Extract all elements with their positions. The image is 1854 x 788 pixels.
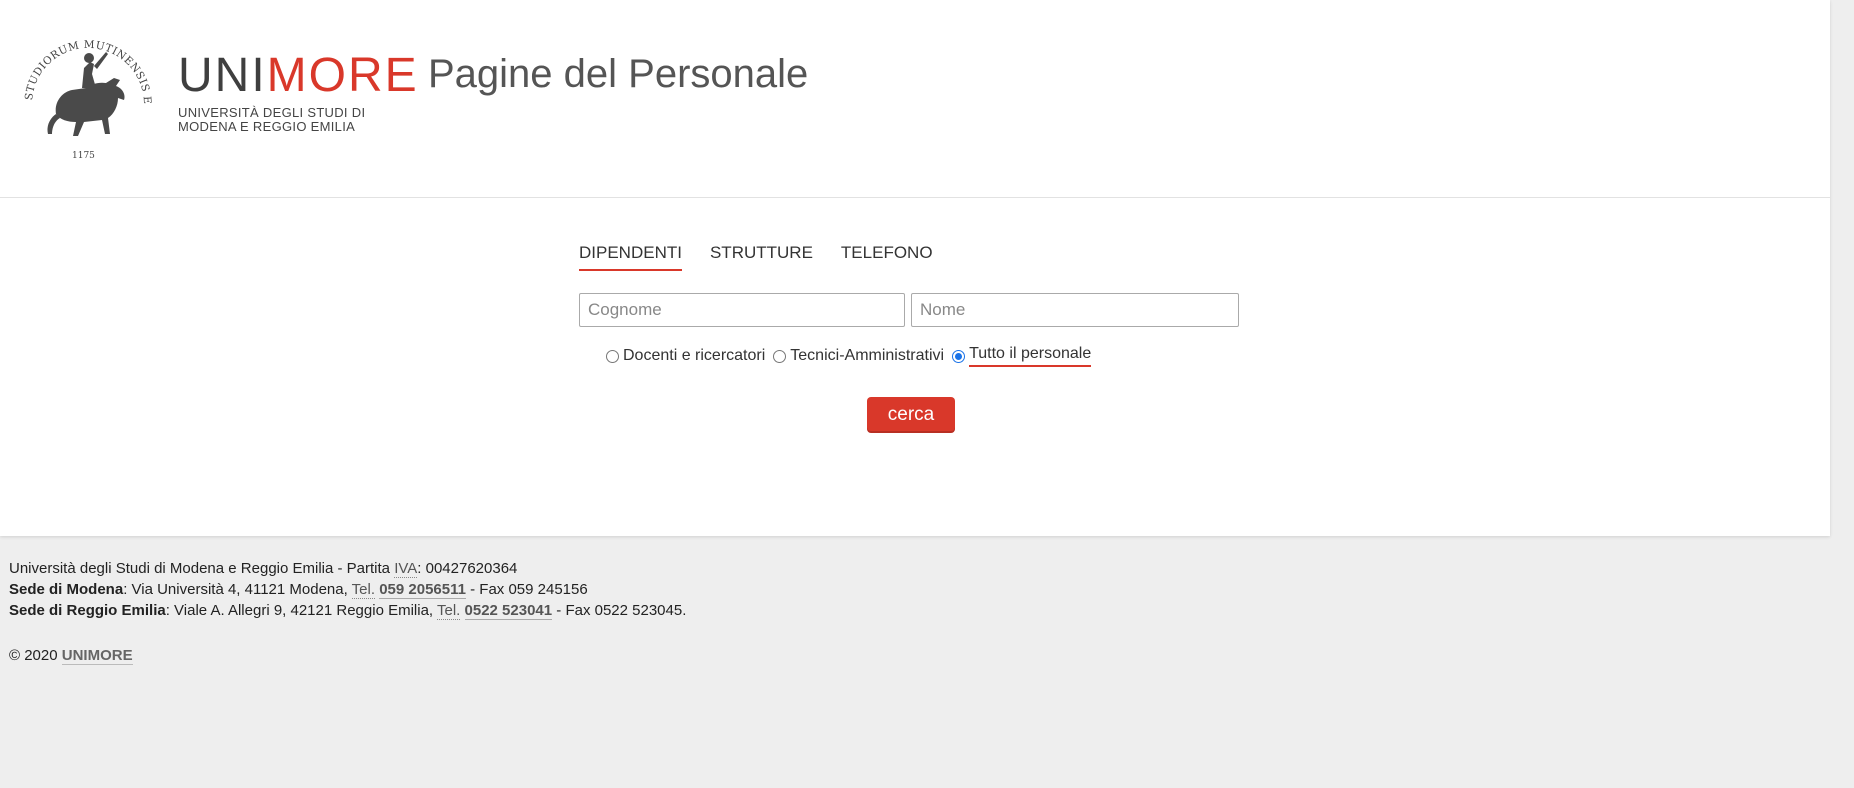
brand-subtitle: UNIVERSITÀ DEGLI STUDI DI MODENA E REGGI… <box>178 105 366 134</box>
personnel-type-radios: Docenti e ricercatori Tecnici-Amministra… <box>606 345 1099 367</box>
search-fields <box>579 293 1239 327</box>
copyright: © 2020 UNIMORE <box>9 647 133 665</box>
footer-line-modena: Sede di Modena: Via Università 4, 41121 … <box>9 581 588 599</box>
modena-tel-abbr: Tel. <box>351 581 376 599</box>
footer-line-iva: Università degli Studi di Modena e Reggi… <box>9 560 518 578</box>
radio-tecnici[interactable]: Tecnici-Amministrativi <box>773 347 944 365</box>
modena-phone-link[interactable]: 059 2056511 <box>379 581 466 599</box>
tab-dipendenti[interactable]: DIPENDENTI <box>579 243 682 271</box>
brand-name: UNIMORE <box>178 49 419 102</box>
reggio-phone-link[interactable]: 0522 523041 <box>464 602 553 620</box>
unimore-link[interactable]: UNIMORE <box>61 647 133 665</box>
cognome-input[interactable] <box>579 293 905 327</box>
radio-docenti[interactable]: Docenti e ricercatori <box>606 347 765 365</box>
app-title: Pagine del Personale <box>428 52 809 96</box>
radio-tutto[interactable]: Tutto il personale <box>952 345 1092 367</box>
university-seal-icon: STUDIORUM MUTINENSIS ET REGIENSIS UNIVER… <box>10 22 153 161</box>
radio-docenti-label: Docenti e ricercatori <box>623 347 766 364</box>
nome-input[interactable] <box>911 293 1239 327</box>
brand-logo[interactable]: UNIMORE UNIVERSITÀ DEGLI STUDI DI MODENA… <box>178 52 419 134</box>
tab-telefono[interactable]: TELEFONO <box>841 243 933 271</box>
svg-text:1175: 1175 <box>72 151 95 161</box>
radio-docenti-circle[interactable] <box>606 349 619 363</box>
footer-line-reggio: Sede di Reggio Emilia: Viale A. Allegri … <box>9 602 687 620</box>
iva-abbr: IVA <box>394 560 418 578</box>
header: STUDIORUM MUTINENSIS ET REGIENSIS UNIVER… <box>0 0 1830 198</box>
footer: Università degli Studi di Modena e Reggi… <box>9 558 686 621</box>
search-button[interactable]: cerca <box>867 397 955 433</box>
search-tabs: DIPENDENTI STRUTTURE TELEFONO <box>579 243 933 271</box>
reggio-tel-abbr: Tel. <box>437 602 461 620</box>
tab-strutture[interactable]: STRUTTURE <box>710 243 813 271</box>
radio-tutto-label: Tutto il personale <box>969 345 1092 367</box>
main-card: STUDIORUM MUTINENSIS ET REGIENSIS UNIVER… <box>0 0 1830 536</box>
radio-tutto-circle[interactable] <box>952 349 966 363</box>
radio-tecnici-label: Tecnici-Amministrativi <box>790 347 945 364</box>
radio-tecnici-circle[interactable] <box>773 349 787 363</box>
